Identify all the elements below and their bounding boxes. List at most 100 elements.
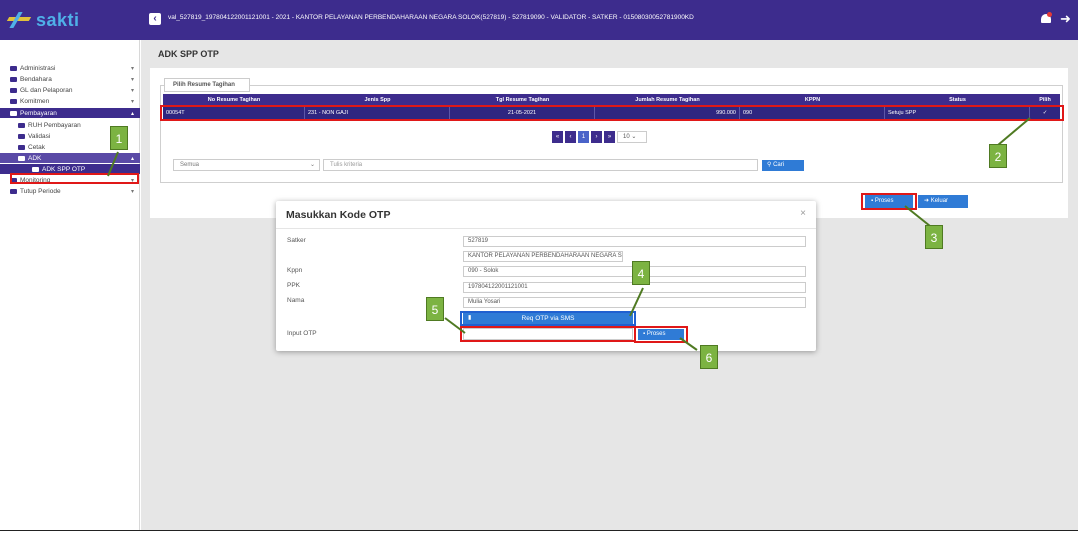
next-page-button[interactable]: ›: [591, 131, 602, 143]
pagination: « ‹ 1 › » 10 ⌄: [552, 131, 647, 143]
table-cell: 00054T: [163, 107, 305, 119]
modal-title: Masukkan Kode OTP: [286, 209, 391, 221]
search-button[interactable]: ⚲ Cari: [762, 160, 804, 171]
chevron-down-icon: ▾: [130, 188, 134, 195]
sidebar-item-label: ADK: [28, 154, 42, 162]
satker-label: Satker: [287, 237, 306, 244]
mobile-icon: ▮: [468, 315, 472, 321]
column-header[interactable]: Tgl Resume Tagihan: [450, 94, 595, 106]
proses-button-label: Proses: [874, 198, 894, 204]
table-cell: 231 - NON GAJI: [305, 107, 450, 119]
sidebar-item-label: GL dan Pelaporan: [20, 86, 73, 94]
ppk-label: PPK: [287, 282, 301, 289]
satker-name-field[interactable]: KANTOR PELAYANAN PERBENDAHARAAN NEGARA S…: [463, 251, 623, 262]
table-header: No Resume Tagihan Jenis Spp Tgl Resume T…: [163, 94, 1060, 106]
sidebar-item-label: Administrasi: [20, 64, 56, 72]
kppn-label: Kppn: [287, 267, 303, 274]
folder-icon: [18, 155, 25, 161]
check-icon[interactable]: ✓: [1030, 107, 1060, 119]
chevron-down-icon: ▾: [130, 177, 134, 184]
column-header[interactable]: Pilih: [1030, 94, 1060, 106]
table-cell: 090: [740, 107, 885, 119]
page-size-value: 10: [623, 134, 630, 140]
column-header[interactable]: Status: [885, 94, 1030, 106]
last-page-button[interactable]: »: [604, 131, 615, 143]
proses-button[interactable]: ▪ Proses: [865, 195, 913, 208]
sidebar-item-label: RUH Pembayaran: [28, 121, 81, 129]
sidebar-item-gl-pelaporan[interactable]: GL dan Pelaporan ▾: [0, 85, 140, 95]
keluar-button-label: Keluar: [930, 198, 949, 204]
page-size-select[interactable]: 10 ⌄: [617, 131, 647, 143]
folder-icon: [10, 110, 17, 116]
column-header[interactable]: KPPN: [740, 94, 885, 106]
table-cell: Setuju SPP: [885, 107, 1030, 119]
chevron-down-icon: ▾: [130, 98, 134, 105]
sidebar-item-label: Validasi: [28, 132, 51, 140]
input-otp-label: Input OTP: [287, 330, 317, 337]
sidebar-item-adk-spp-otp[interactable]: ADK SPP OTP: [0, 164, 140, 174]
callout-6: 6: [700, 345, 718, 369]
bottom-divider: [0, 530, 1078, 531]
req-otp-button[interactable]: ▮ Req OTP via SMS: [463, 313, 633, 324]
page-button-current[interactable]: 1: [578, 131, 589, 143]
folder-icon: [10, 76, 17, 82]
chevron-down-icon: ▾: [130, 87, 134, 94]
sidebar-item-monitoring[interactable]: Monitoring ▾: [0, 175, 140, 185]
sidebar-item-administrasi[interactable]: Administrasi ▾: [0, 63, 140, 73]
bell-icon[interactable]: [1040, 12, 1052, 25]
callout-3: 3: [925, 225, 943, 249]
sidebar-item-pembayaran[interactable]: Pembayaran ▴: [0, 108, 140, 118]
column-header[interactable]: Jenis Spp: [305, 94, 450, 106]
notification-dot: [1047, 12, 1052, 17]
satker-field[interactable]: 527819: [463, 236, 806, 247]
table-cell: 990.000: [595, 107, 740, 119]
folder-icon: [18, 144, 25, 150]
search-icon: ⚲: [767, 162, 772, 168]
chevron-left-icon[interactable]: ‹: [149, 13, 161, 25]
column-header[interactable]: No Resume Tagihan: [163, 94, 305, 106]
file-icon: [32, 166, 39, 172]
chevron-down-icon: ▾: [130, 76, 134, 83]
folder-icon: [10, 98, 17, 104]
sakti-logo[interactable]: sakti: [8, 8, 80, 32]
modal-proses-label: Proses: [646, 331, 666, 337]
user-context: val_527819_197804122001121001 - 2021 - K…: [168, 14, 694, 21]
fieldset-legend: Pilih Resume Tagihan: [164, 78, 250, 92]
filter-input[interactable]: Tulis kriteria: [323, 159, 758, 171]
sidebar-item-label: Pembayaran: [20, 109, 57, 117]
search-button-label: Cari: [773, 162, 785, 168]
page-title: ADK SPP OTP: [158, 49, 219, 59]
top-bar: sakti ‹ val_527819_197804122001121001 - …: [0, 0, 1078, 40]
sidebar-item-adk[interactable]: ADK ▴: [0, 153, 140, 163]
chevron-down-icon: ⌄: [309, 162, 315, 168]
sidebar-item-tutup-periode[interactable]: Tutup Periode ▾: [0, 186, 140, 196]
folder-icon: [10, 87, 17, 93]
keluar-button[interactable]: ➜ Keluar: [918, 195, 968, 208]
filter-select-value: Semua: [180, 162, 200, 168]
table-cell: 21-05-2021: [450, 107, 595, 119]
callout-1: 1: [110, 126, 128, 150]
otp-input[interactable]: [463, 328, 633, 340]
callout-2: 2: [989, 144, 1007, 168]
folder-icon: [18, 122, 25, 128]
chevron-up-icon: ▴: [130, 155, 134, 162]
modal-proses-button[interactable]: ▪ Proses: [638, 329, 684, 340]
sidebar-item-label: Cetak: [28, 143, 45, 151]
folder-icon: [10, 177, 17, 183]
logout-icon[interactable]: ➜: [1060, 12, 1071, 25]
first-page-button[interactable]: «: [552, 131, 563, 143]
modal-header: Masukkan Kode OTP ×: [276, 201, 816, 229]
column-header[interactable]: Jumlah Resume Tagihan: [595, 94, 740, 106]
save-icon: ▪: [643, 331, 646, 337]
prev-page-button[interactable]: ‹: [565, 131, 576, 143]
sidebar-item-label: Bendahara: [20, 75, 52, 83]
filter-select[interactable]: Semua ⌄: [173, 159, 320, 171]
sidebar: Administrasi ▾ Bendahara ▾ GL dan Pelapora…: [0, 40, 140, 530]
sidebar-item-label: Komitmen: [20, 97, 50, 105]
close-icon[interactable]: ×: [800, 208, 806, 219]
sidebar-item-komitmen[interactable]: Komitmen ▾: [0, 96, 140, 106]
nama-field[interactable]: Mulia Yosari: [463, 297, 806, 308]
chevron-down-icon: ▾: [130, 65, 134, 72]
table-row[interactable]: 00054T 231 - NON GAJI 21-05-2021 990.000…: [163, 107, 1060, 119]
sidebar-item-bendahara[interactable]: Bendahara ▾: [0, 74, 140, 84]
